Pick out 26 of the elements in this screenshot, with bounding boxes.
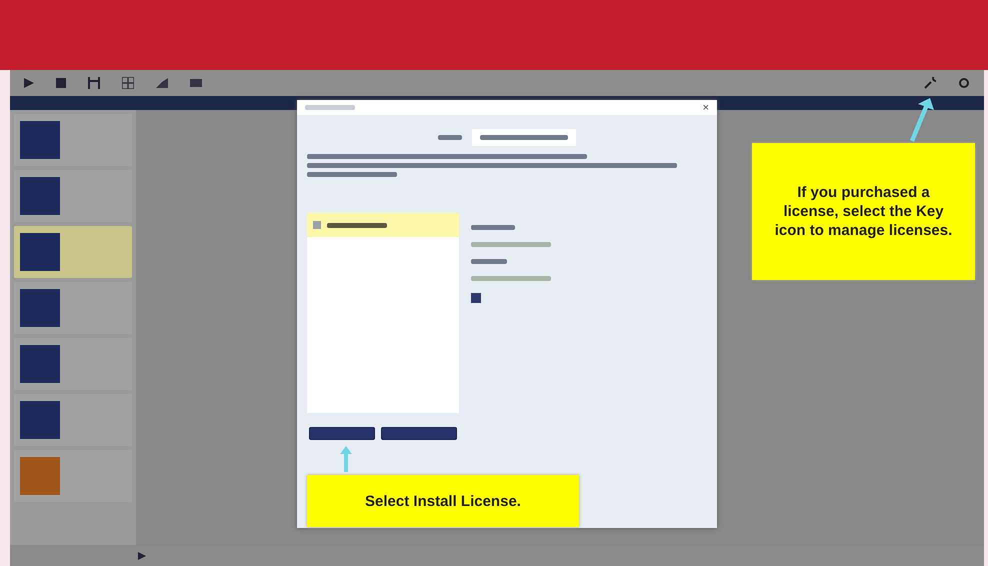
sidebar-item[interactable] xyxy=(14,338,132,390)
blurred-text xyxy=(438,135,462,140)
key-icon[interactable] xyxy=(924,77,936,89)
checkbox[interactable] xyxy=(471,293,481,303)
sidebar-item[interactable] xyxy=(14,114,132,166)
play-icon[interactable] xyxy=(138,552,146,560)
checkbox[interactable] xyxy=(313,221,321,229)
dialog-tab[interactable] xyxy=(472,129,576,146)
play-icon[interactable] xyxy=(24,78,34,88)
callout-note: If you purchased a license, select the Key icon to manage licenses. xyxy=(752,143,975,280)
grid-icon[interactable] xyxy=(122,77,134,89)
bracket-icon[interactable] xyxy=(88,77,100,89)
settings-icon[interactable] xyxy=(958,77,970,89)
blurred-text xyxy=(471,225,515,230)
close-button[interactable]: × xyxy=(702,102,709,114)
blurred-text xyxy=(471,259,507,264)
callout-arrow xyxy=(340,446,352,472)
blurred-text xyxy=(327,222,387,228)
callout-note: Select Install License. xyxy=(307,475,579,527)
license-row[interactable] xyxy=(307,213,459,237)
blurred-text xyxy=(305,105,355,110)
chart-icon[interactable] xyxy=(156,78,168,88)
sidebar-item[interactable] xyxy=(14,394,132,446)
sidebar-item[interactable] xyxy=(14,170,132,222)
sidebar-item[interactable] xyxy=(14,282,132,334)
sidebar-item[interactable] xyxy=(14,226,132,278)
